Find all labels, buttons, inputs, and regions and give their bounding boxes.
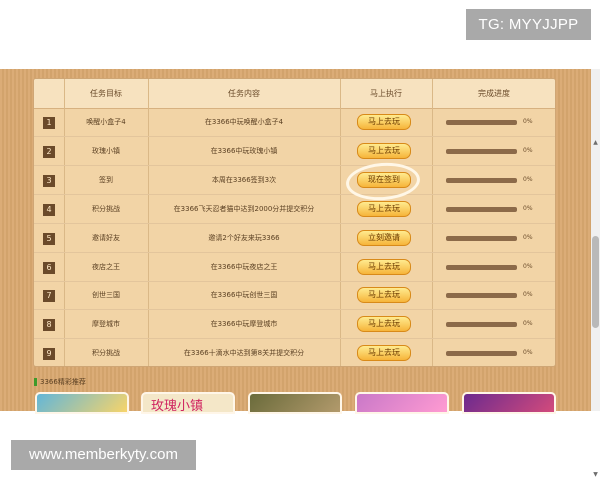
task-target: 签到 (99, 175, 113, 184)
tg-watermark: TG: MYYJJPP (466, 9, 591, 40)
progress-bar (446, 120, 517, 125)
progress-bar (446, 206, 517, 212)
task-target: 邀请好友 (92, 233, 120, 242)
action-button[interactable]: 马上去玩 (357, 345, 411, 362)
progress-bar (446, 293, 517, 299)
table-row: 4 积分挑战 在3366飞天忍者猫中达到2000分并提交积分 马上去玩 0% (34, 195, 555, 224)
progress-percent: 0% (523, 291, 533, 299)
progress-bar (446, 264, 517, 270)
progress-percent: 0% (523, 320, 533, 328)
action-button[interactable]: 马上去玩 (357, 114, 411, 130)
progress-bar (446, 351, 517, 357)
game-thumbnail[interactable] (35, 392, 129, 414)
progress-percent: 0% (523, 233, 533, 241)
game-thumbnail[interactable] (462, 392, 556, 414)
progress-percent: 0% (523, 175, 533, 183)
header-target: 任务目标 (90, 89, 122, 98)
row-number-badge: 4 (43, 203, 55, 216)
progress-percent: 0% (523, 262, 533, 270)
table-row: 7 创世三国 在3366中玩创世三国 马上去玩 0% (34, 281, 555, 311)
task-content: 在3366飞天忍者猫中达到2000分并提交积分 (173, 204, 315, 213)
game-thumbnail[interactable]: 玫瑰小镇 (141, 392, 235, 414)
section-marker (34, 378, 37, 386)
progress-bar (446, 235, 517, 241)
table-row: 3 签到 本周在3366签到3次 现在签到 0% (34, 166, 555, 195)
recommend-title: 3366精彩推荐 (40, 378, 86, 386)
action-button[interactable]: 马上去玩 (357, 316, 411, 333)
task-content: 邀请2个好友来玩3366 (208, 233, 280, 242)
table-row: 9 积分挑战 在3366十滴水中达到第8关并提交积分 马上去玩 0% (34, 339, 555, 366)
game-thumbnail[interactable] (248, 392, 342, 414)
action-button[interactable]: 马上去玩 (357, 287, 411, 304)
task-target: 摩登城市 (92, 320, 120, 329)
task-target: 玫瑰小镇 (92, 146, 120, 155)
task-target: 积分挑战 (92, 349, 120, 358)
action-button[interactable]: 马上去玩 (357, 200, 411, 217)
progress-bar (446, 177, 517, 183)
row-number-badge: 1 (43, 117, 55, 129)
row-number-badge: 6 (43, 261, 55, 274)
website-watermark: www.memberkyty.com (11, 440, 196, 470)
task-content: 本周在3366签到3次 (211, 175, 277, 184)
task-content: 在3366中玩创世三国 (210, 291, 278, 300)
task-table: 任务目标 任务内容 马上执行 完成进度 1 唤醒小盒子4 在3366中玩唤醒小盒子4… (33, 78, 556, 367)
progress-bar (446, 322, 517, 328)
row-number-badge: 8 (43, 319, 55, 332)
row-number-badge: 5 (43, 232, 55, 245)
progress-percent: 0% (523, 349, 533, 357)
row-number-badge: 7 (43, 290, 55, 303)
header-progress: 完成进度 (478, 89, 510, 98)
task-content: 在3366中玩夜店之王 (210, 262, 278, 271)
task-content: 在3366中玩唤醒小盒子4 (204, 118, 284, 126)
task-content: 在3366中玩玫瑰小镇 (210, 146, 278, 155)
action-button[interactable]: 马上去玩 (357, 258, 411, 275)
table-header: 任务目标 任务内容 马上执行 完成进度 (34, 79, 555, 109)
action-button[interactable]: 立刻邀请 (357, 229, 411, 246)
progress-percent: 0% (523, 118, 533, 125)
row-number-badge: 2 (43, 145, 55, 158)
scrollbar-thumb[interactable] (592, 236, 599, 328)
task-target: 唤醒小盒子4 (86, 118, 126, 126)
progress-percent: 0% (523, 204, 533, 212)
task-target: 创世三国 (92, 291, 120, 300)
header-content: 任务内容 (228, 89, 260, 98)
table-row: 1 唤醒小盒子4 在3366中玩唤醒小盒子4 马上去玩 0% (34, 108, 555, 137)
task-content: 在3366十滴水中达到第8关并提交积分 (183, 349, 305, 358)
table-row: 5 邀请好友 邀请2个好友来玩3366 立刻邀请 0% (34, 224, 555, 253)
thumbnail-title: 玫瑰小镇 (151, 399, 204, 414)
row-number-badge: 9 (43, 348, 55, 361)
scroll-down-icon[interactable]: ▼ (592, 471, 599, 478)
header-action: 马上执行 (370, 89, 402, 98)
progress-bar (446, 148, 517, 154)
scroll-up-icon[interactable]: ▲ (592, 139, 599, 146)
game-thumbnail[interactable] (355, 392, 449, 414)
progress-percent: 0% (523, 146, 533, 154)
table-row: 6 夜店之王 在3366中玩夜店之王 马上去玩 0% (34, 253, 555, 282)
task-target: 积分挑战 (92, 204, 120, 213)
task-content: 在3366中玩摩登城市 (210, 320, 278, 329)
table-row: 8 摩登城市 在3366中玩摩登城市 马上去玩 0% (34, 310, 555, 340)
table-row: 2 玫瑰小镇 在3366中玩玫瑰小镇 马上去玩 0% (34, 137, 555, 166)
action-button[interactable]: 马上去玩 (357, 142, 411, 159)
row-number-badge: 3 (43, 174, 55, 187)
task-target: 夜店之王 (92, 262, 120, 271)
